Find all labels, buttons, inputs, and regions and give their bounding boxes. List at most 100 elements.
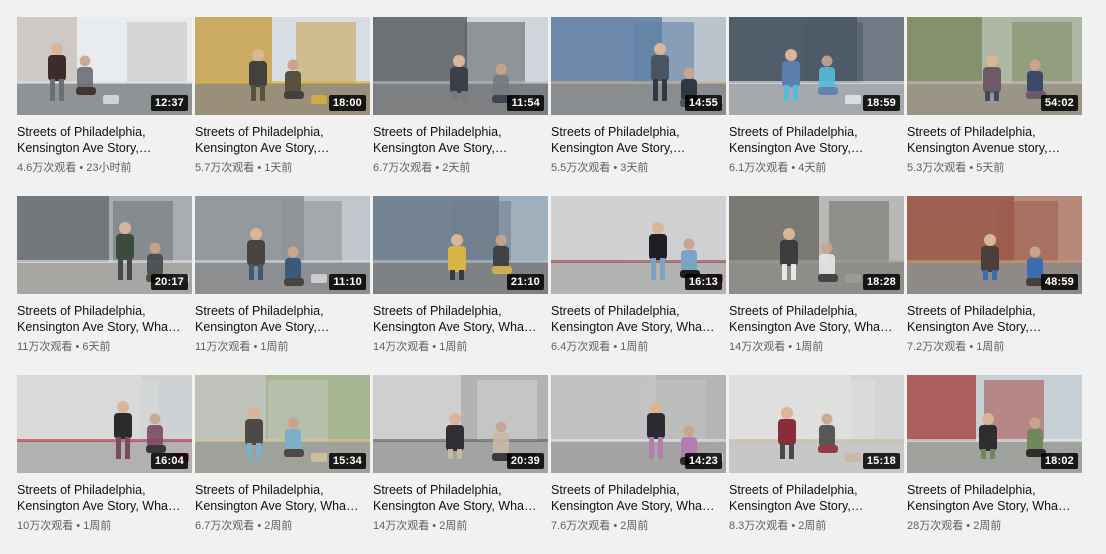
meta-separator: • <box>963 520 974 532</box>
video-meta: 5.7万次观看 • 1天前 <box>195 161 370 175</box>
video-card[interactable]: 18:00 Streets of Philadelphia, Kensingto… <box>195 17 370 196</box>
video-title[interactable]: Streets of Philadelphia, Kensington Ave … <box>195 303 370 335</box>
video-title[interactable]: Streets of Philadelphia, Kensington Aven… <box>907 124 1082 156</box>
upload-age: 5天前 <box>976 162 1005 174</box>
video-thumbnail[interactable]: 18:00 <box>195 17 370 115</box>
video-card[interactable]: 14:23 Streets of Philadelphia, Kensingto… <box>551 375 726 554</box>
video-thumbnail[interactable]: 20:39 <box>373 375 548 473</box>
video-thumbnail[interactable]: 11:54 <box>373 17 548 115</box>
view-count: 14万次观看 <box>373 341 430 353</box>
meta-separator: • <box>254 162 265 174</box>
video-title[interactable]: Streets of Philadelphia, Kensington Ave … <box>551 482 726 514</box>
view-count: 5.7万次观看 <box>195 162 255 174</box>
video-title[interactable]: Streets of Philadelphia, Kensington Ave … <box>551 303 726 335</box>
video-title[interactable]: Streets of Philadelphia, Kensington Ave … <box>195 124 370 156</box>
view-count: 6.7万次观看 <box>373 162 433 174</box>
video-card[interactable]: 11:10 Streets of Philadelphia, Kensingto… <box>195 196 370 375</box>
video-meta: 11万次观看 • 6天前 <box>17 340 192 354</box>
video-thumbnail[interactable]: 54:02 <box>907 17 1082 115</box>
video-title[interactable]: Streets of Philadelphia, Kensington Ave … <box>17 303 192 335</box>
video-title[interactable]: Streets of Philadelphia, Kensington Ave … <box>373 303 548 335</box>
video-title[interactable]: Streets of Philadelphia, Kensington Ave … <box>17 482 192 514</box>
duration-badge: 15:34 <box>328 453 366 469</box>
video-thumbnail[interactable]: 11:10 <box>195 196 370 294</box>
video-thumbnail[interactable]: 16:04 <box>17 375 192 473</box>
meta-separator: • <box>429 520 440 532</box>
video-meta: 6.7万次观看 • 2天前 <box>373 161 548 175</box>
view-count: 8.3万次观看 <box>729 520 789 532</box>
video-thumbnail[interactable]: 18:02 <box>907 375 1082 473</box>
upload-age: 1周前 <box>976 341 1005 353</box>
video-title[interactable]: Streets of Philadelphia, Kensington Ave … <box>729 303 904 335</box>
video-meta: 10万次观看 • 1周前 <box>17 519 192 533</box>
video-card[interactable]: 20:39 Streets of Philadelphia, Kensingto… <box>373 375 548 554</box>
video-card[interactable]: 12:37 Streets of Philadelphia, Kensingto… <box>17 17 192 196</box>
view-count: 11万次观看 <box>195 341 251 353</box>
view-count: 7.2万次观看 <box>907 341 967 353</box>
meta-separator: • <box>788 162 799 174</box>
video-card[interactable]: 16:04 Streets of Philadelphia, Kensingto… <box>17 375 192 554</box>
duration-badge: 15:18 <box>862 453 900 469</box>
video-meta: 14万次观看 • 1周前 <box>729 340 904 354</box>
video-meta: 14万次观看 • 1周前 <box>373 340 548 354</box>
view-count: 5.3万次观看 <box>907 162 967 174</box>
video-card[interactable]: 11:54 Streets of Philadelphia, Kensingto… <box>373 17 548 196</box>
video-thumbnail[interactable]: 15:34 <box>195 375 370 473</box>
video-title[interactable]: Streets of Philadelphia, Kensington Ave … <box>551 124 726 156</box>
upload-age: 6天前 <box>82 341 111 353</box>
upload-age: 1周前 <box>260 341 289 353</box>
video-card[interactable]: 14:55 Streets of Philadelphia, Kensingto… <box>551 17 726 196</box>
meta-separator: • <box>432 162 443 174</box>
duration-badge: 18:02 <box>1040 453 1078 469</box>
video-meta: 7.6万次观看 • 2周前 <box>551 519 726 533</box>
video-title[interactable]: Streets of Philadelphia, Kensington Ave … <box>373 124 548 156</box>
duration-badge: 18:00 <box>328 95 366 111</box>
video-thumbnail[interactable]: 15:18 <box>729 375 904 473</box>
duration-badge: 20:17 <box>150 274 188 290</box>
meta-separator: • <box>966 341 977 353</box>
video-card[interactable]: 16:13 Streets of Philadelphia, Kensingto… <box>551 196 726 375</box>
meta-separator: • <box>785 341 796 353</box>
upload-age: 1周前 <box>620 341 649 353</box>
view-count: 6.1万次观看 <box>729 162 789 174</box>
upload-age: 23小时前 <box>86 162 132 174</box>
video-card[interactable]: 20:17 Streets of Philadelphia, Kensingto… <box>17 196 192 375</box>
video-card[interactable]: 15:18 Streets of Philadelphia, Kensingto… <box>729 375 904 554</box>
video-card[interactable]: 48:59 Streets of Philadelphia, Kensingto… <box>907 196 1082 375</box>
video-card[interactable]: 18:02 Streets of Philadelphia, Kensingto… <box>907 375 1082 554</box>
meta-separator: • <box>250 341 261 353</box>
duration-badge: 48:59 <box>1040 274 1078 290</box>
view-count: 4.6万次观看 <box>17 162 77 174</box>
video-card[interactable]: 18:28 Streets of Philadelphia, Kensingto… <box>729 196 904 375</box>
video-thumbnail[interactable]: 48:59 <box>907 196 1082 294</box>
video-thumbnail[interactable]: 14:55 <box>551 17 726 115</box>
upload-age: 3天前 <box>620 162 649 174</box>
video-thumbnail[interactable]: 16:13 <box>551 196 726 294</box>
meta-separator: • <box>610 162 621 174</box>
video-thumbnail[interactable]: 18:59 <box>729 17 904 115</box>
video-thumbnail[interactable]: 14:23 <box>551 375 726 473</box>
video-card[interactable]: 21:10 Streets of Philadelphia, Kensingto… <box>373 196 548 375</box>
video-title[interactable]: Streets of Philadelphia, Kensington Ave … <box>907 482 1082 514</box>
video-thumbnail[interactable]: 12:37 <box>17 17 192 115</box>
video-title[interactable]: Streets of Philadelphia, Kensington Ave … <box>17 124 192 156</box>
video-title[interactable]: Streets of Philadelphia, Kensington Ave … <box>195 482 370 514</box>
duration-badge: 12:37 <box>150 95 188 111</box>
video-meta: 14万次观看 • 2周前 <box>373 519 548 533</box>
duration-badge: 54:02 <box>1040 95 1078 111</box>
upload-age: 1周前 <box>83 520 112 532</box>
video-title[interactable]: Streets of Philadelphia, Kensington Ave … <box>373 482 548 514</box>
view-count: 11万次观看 <box>17 341 73 353</box>
video-card[interactable]: 54:02 Streets of Philadelphia, Kensingto… <box>907 17 1082 196</box>
video-card[interactable]: 15:34 Streets of Philadelphia, Kensingto… <box>195 375 370 554</box>
video-thumbnail[interactable]: 18:28 <box>729 196 904 294</box>
video-title[interactable]: Streets of Philadelphia, Kensington Ave … <box>729 482 904 514</box>
upload-age: 4天前 <box>798 162 827 174</box>
video-thumbnail[interactable]: 20:17 <box>17 196 192 294</box>
meta-separator: • <box>788 520 799 532</box>
view-count: 5.5万次观看 <box>551 162 611 174</box>
video-title[interactable]: Streets of Philadelphia, Kensington Ave … <box>729 124 904 156</box>
video-title[interactable]: Streets of Philadelphia, Kensington Ave … <box>907 303 1082 335</box>
video-thumbnail[interactable]: 21:10 <box>373 196 548 294</box>
video-card[interactable]: 18:59 Streets of Philadelphia, Kensingto… <box>729 17 904 196</box>
